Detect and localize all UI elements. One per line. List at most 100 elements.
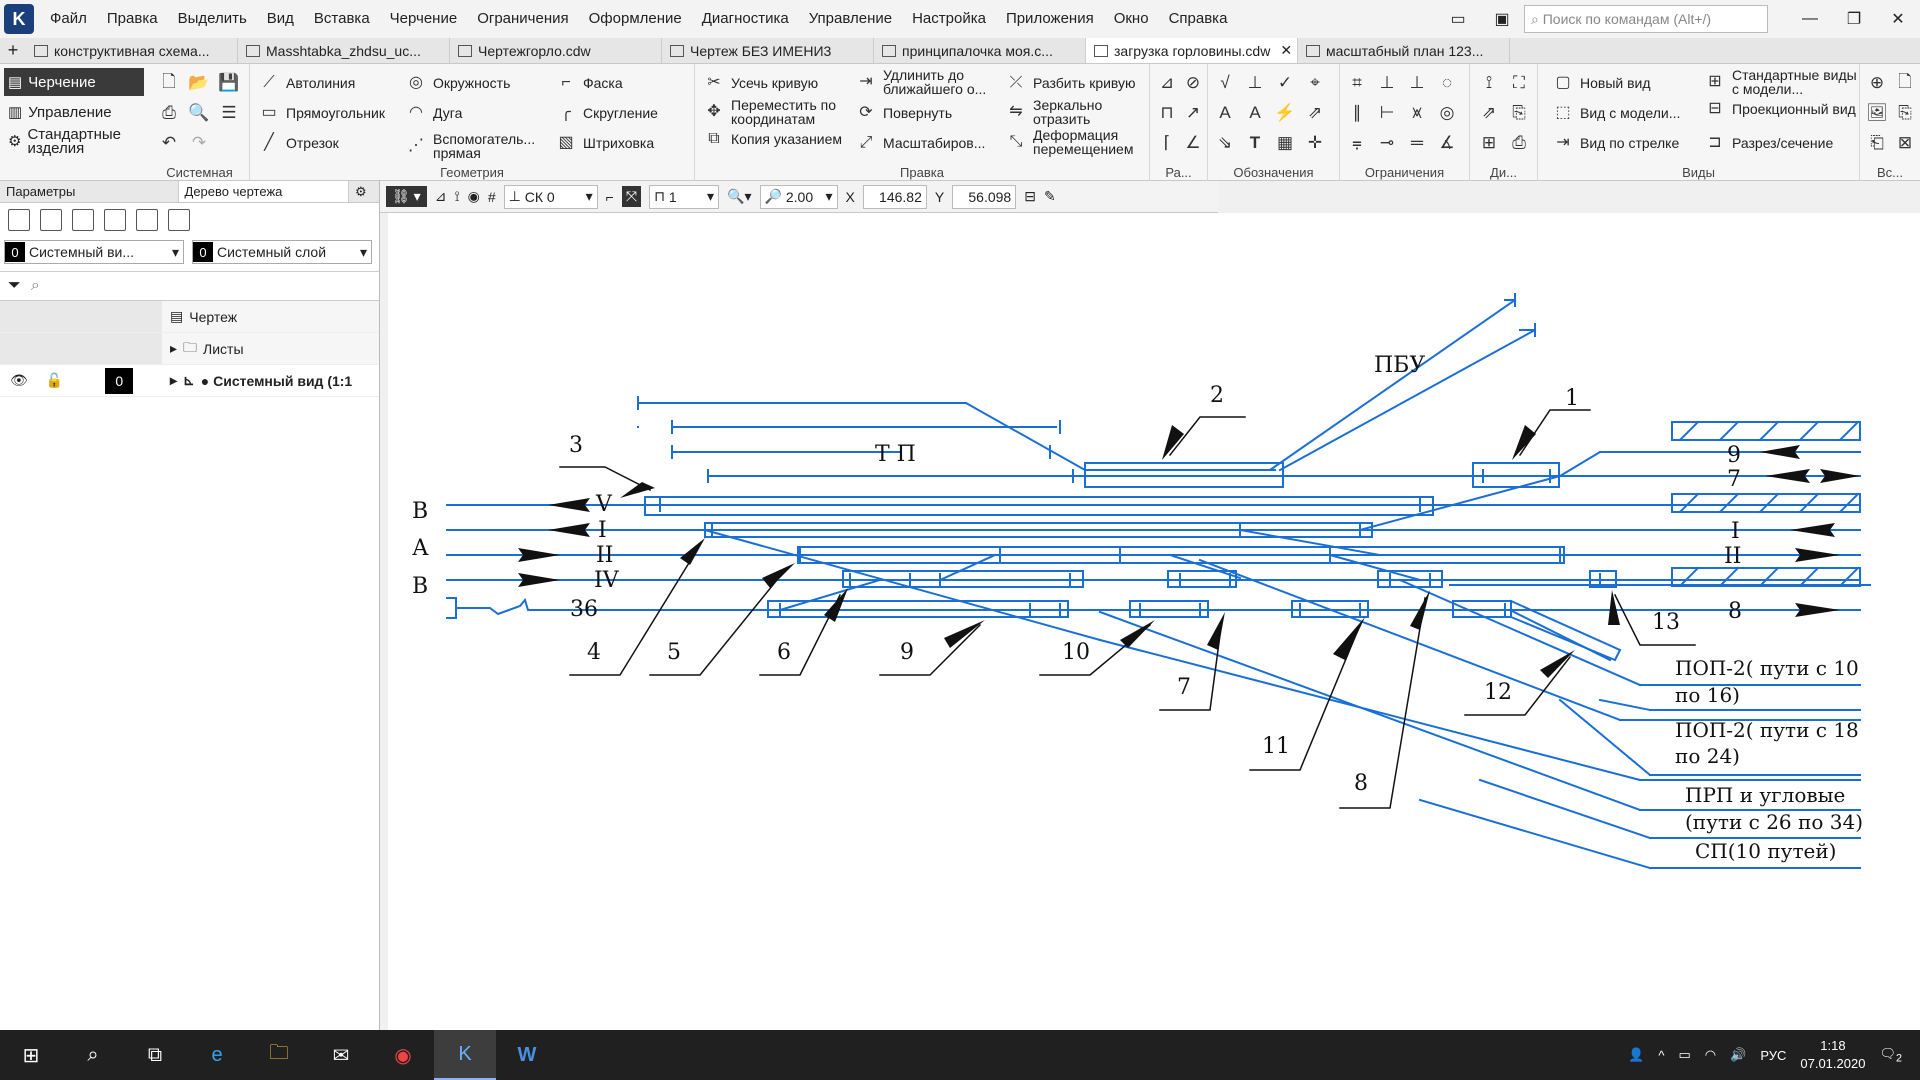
mode-drawing[interactable]: ▤ Черчение <box>4 68 144 96</box>
move-button[interactable]: ✥ Переместить по координатам <box>703 98 853 126</box>
document-tab[interactable]: масштабный план 123... <box>1298 38 1510 63</box>
restore-button[interactable]: ❐ <box>1832 0 1876 38</box>
tree-layer-icon[interactable] <box>72 209 94 231</box>
menu-item[interactable]: Правка <box>97 0 168 38</box>
check-icon[interactable]: ✓ <box>1272 70 1298 96</box>
text-icon[interactable]: T <box>1242 130 1268 156</box>
print-icon[interactable]: ⎙ <box>156 100 182 126</box>
x-coordinate[interactable]: 146.82 <box>862 184 927 209</box>
mark-icon[interactable]: ⇗ <box>1302 100 1328 126</box>
step-select[interactable]: ⊓ 1 ▾ <box>649 184 720 209</box>
trim-button[interactable]: ✂ Усечь кривую <box>703 72 818 94</box>
diag-align-icon[interactable]: ⇗ <box>1476 100 1502 126</box>
menu-item[interactable]: Файл <box>40 0 97 38</box>
autoline-button[interactable]: ⟋ Автолиния <box>258 72 355 94</box>
chrome-icon[interactable]: ◉ <box>372 1030 434 1080</box>
diag-doc-icon[interactable]: ⎙ <box>1506 130 1532 156</box>
rectangle-button[interactable]: ▭ Прямоугольник <box>258 102 385 124</box>
insert-more-icon[interactable]: ⊠ <box>1892 130 1918 156</box>
scale-button[interactable]: ⤢ Масштабиров... <box>855 132 986 154</box>
arrow-view-button[interactable]: ⇥ Вид по стрелке <box>1552 132 1679 154</box>
menu-item[interactable]: Справка <box>1159 0 1238 38</box>
diag-scan-icon[interactable]: ⛶ <box>1506 70 1532 96</box>
new-tab-button[interactable]: + <box>0 38 26 63</box>
menu-item[interactable]: Вставка <box>304 0 380 38</box>
app-logo-icon[interactable]: K <box>4 4 34 34</box>
view-combo[interactable]: 0 Системный ви... ▾ <box>4 240 184 264</box>
table-icon[interactable]: ▦ <box>1272 130 1298 156</box>
split-button[interactable]: ⤫ Разбить кривую <box>1005 72 1136 94</box>
close-icon[interactable]: ✕ <box>1280 42 1292 59</box>
battery-icon[interactable]: ▭ <box>1679 1047 1691 1063</box>
gear-icon[interactable]: ⚙ <box>349 181 379 202</box>
projection-view-button[interactable]: ⊟ Проекционный вид <box>1704 98 1858 120</box>
fix-point-icon[interactable]: ⌗ <box>1344 70 1370 96</box>
chamfer-button[interactable]: ⌐ Фаска <box>555 72 622 94</box>
arc-button[interactable]: ◠ Дуга <box>405 102 462 124</box>
section-button[interactable]: ⊐ Разрез/сечение <box>1704 132 1833 154</box>
save-icon[interactable]: 💾 <box>216 70 242 96</box>
menu-item[interactable]: Управление <box>799 0 902 38</box>
chevron-up-icon[interactable]: ^ <box>1658 1048 1664 1063</box>
dim-angle-icon[interactable]: ∠ <box>1180 130 1206 156</box>
menu-item[interactable]: Настройка <box>902 0 996 38</box>
equal-length-icon[interactable]: ⩦ <box>1344 130 1370 156</box>
diag-icon[interactable]: ⟟ <box>1476 70 1502 96</box>
new-document-icon[interactable]: 🗋 <box>156 70 182 96</box>
angle-icon[interactable]: ∡ <box>1434 130 1460 156</box>
menu-item[interactable]: Выделить <box>168 0 257 38</box>
tree-item-drawing[interactable]: ▤ Чертеж <box>0 301 379 333</box>
roughness-icon[interactable]: √ <box>1212 70 1238 96</box>
diag-grid-icon[interactable]: ⊞ <box>1476 130 1502 156</box>
menu-item[interactable]: Ограничения <box>467 0 578 38</box>
horizontal-icon[interactable]: ⊥ <box>1374 70 1400 96</box>
tangent-icon[interactable]: ◌ <box>1434 70 1460 96</box>
tree-image-icon[interactable] <box>136 209 158 231</box>
panel-layout-icon[interactable]: ▭ <box>1436 0 1480 38</box>
mail-icon[interactable]: ✉ <box>310 1030 372 1080</box>
insert-fragment-icon[interactable]: ⎘ <box>1892 100 1918 126</box>
drawing-canvas[interactable]: В А В V I II IV 36 Т П ПБУ 9 7 I II 8 1 … <box>388 213 1920 1030</box>
segment-button[interactable]: ╱ Отрезок <box>258 132 339 154</box>
menu-item[interactable]: Приложения <box>996 0 1104 38</box>
close-button[interactable]: ✕ <box>1876 0 1920 38</box>
people-icon[interactable]: 👤 <box>1628 1047 1644 1063</box>
lock-icon[interactable]: 🔓 <box>46 372 63 389</box>
copy-button[interactable]: ⧉ Копия указанием <box>703 128 853 150</box>
edge-icon[interactable]: e <box>186 1030 248 1080</box>
document-tab[interactable]: загрузка горловины.cdw ✕ <box>1086 38 1298 63</box>
menu-item[interactable]: Оформление <box>579 0 692 38</box>
concentric-icon[interactable]: ◎ <box>1434 100 1460 126</box>
zoom-select[interactable]: 🔎 2.00 ▾ <box>759 184 838 209</box>
word-icon[interactable]: W <box>496 1030 558 1080</box>
properties-icon[interactable]: ☰ <box>216 100 242 126</box>
menu-item[interactable]: Диагностика <box>692 0 799 38</box>
parallel-icon[interactable]: ∥ <box>1344 100 1370 126</box>
mirror-button[interactable]: ⇋ Зеркально отразить <box>1005 98 1145 126</box>
preview-icon[interactable]: 🔍 <box>186 100 212 126</box>
document-tab[interactable]: Чертеж БЕЗ ИМЕНИ3 <box>662 38 874 63</box>
deform-button[interactable]: ⤡ Деформация перемещением <box>1005 128 1145 156</box>
redo-icon[interactable]: ↷ <box>186 130 212 156</box>
y-coordinate[interactable]: 56.098 <box>952 184 1017 209</box>
insert-image-icon[interactable]: 🖼 <box>1864 100 1890 126</box>
wifi-icon[interactable]: ◠ <box>1705 1047 1716 1063</box>
clock[interactable]: 1:18 07.01.2020 <box>1800 1037 1865 1073</box>
ortho-icon[interactable]: ⊿ <box>435 188 447 205</box>
dim-break-icon[interactable]: ⌈ <box>1154 130 1180 156</box>
point-on-curve-icon[interactable]: ⊸ <box>1374 130 1400 156</box>
explorer-icon[interactable]: 🗀 <box>248 1030 310 1080</box>
snap-points-icon[interactable]: ⤧ <box>621 186 642 207</box>
tree-structure-icon[interactable] <box>104 209 126 231</box>
diag-view-icon[interactable]: ⎘ <box>1506 100 1532 126</box>
symmetry-icon[interactable]: ⩙ <box>1404 100 1430 126</box>
open-icon[interactable]: 📂 <box>186 70 212 96</box>
dim-radius-icon[interactable]: ⊘ <box>1180 70 1206 96</box>
extend-button[interactable]: ⇥ Удлинить до ближайшего о... <box>855 68 1005 96</box>
document-tab[interactable]: принципалочка моя.с... <box>874 38 1086 63</box>
cs-select[interactable]: ⊥ СК 0 ▾ <box>503 184 598 209</box>
search-icon[interactable]: ⌕ <box>62 1030 124 1080</box>
tree-sheets-icon[interactable] <box>40 209 62 231</box>
menu-item[interactable]: Окно <box>1104 0 1159 38</box>
document-tab[interactable]: Чертежгорло.cdw <box>450 38 662 63</box>
